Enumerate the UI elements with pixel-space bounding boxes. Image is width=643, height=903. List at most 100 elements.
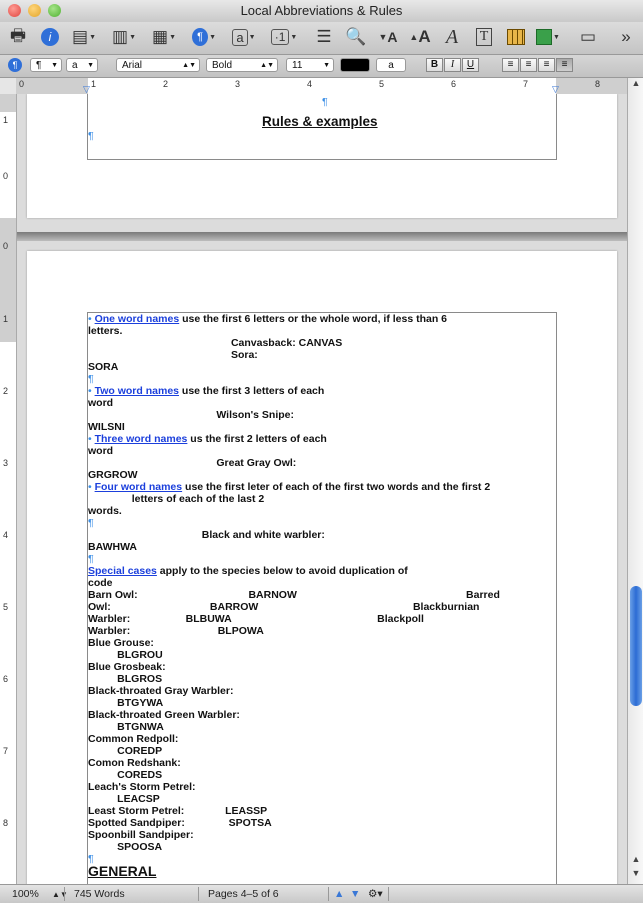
justify-button[interactable]: ≡ [556, 58, 573, 72]
text-run: Black-throated Gray Warbler: [88, 685, 234, 697]
text-color-well[interactable] [340, 58, 370, 72]
text-run: Black-throated Green Warbler: [88, 709, 240, 721]
text-line: • Four word names use the first leter of… [88, 481, 493, 493]
ruler-number: 7 [3, 746, 9, 756]
text-run: ¶ [88, 373, 94, 385]
next-page-icon[interactable]: ▼ [350, 888, 360, 900]
text-box-icon[interactable]: a ▼ [232, 26, 256, 48]
text-line: Warbler: BLPOWA [88, 625, 264, 637]
scroll-up-icon[interactable]: ▲ [628, 854, 643, 864]
text-line: Canvasback: CANVAS [88, 337, 342, 349]
document-canvas[interactable]: ¶ Rules & examples ¶ • One word names us… [17, 94, 627, 884]
media-icon[interactable]: ▭ [576, 26, 600, 48]
text-line: • Three word names us the first 2 letter… [88, 433, 330, 445]
ruler-number: 2 [163, 79, 169, 89]
text-box[interactable]: • One word names use the first 6 letters… [87, 312, 557, 884]
text-run: letters of each of the last 2 [88, 493, 268, 505]
text-run: word [88, 397, 114, 409]
underline-button[interactable]: U [462, 58, 479, 72]
rule-link[interactable]: Four word names [95, 481, 183, 493]
italic-button[interactable]: I [444, 58, 461, 72]
text-run: Comon Redshank: [88, 757, 181, 769]
scrollbar-thumb[interactable] [630, 586, 642, 706]
rule-link[interactable]: Two word names [95, 385, 179, 397]
highlight-color-well[interactable]: a [376, 58, 406, 72]
ruler-number: 6 [3, 674, 9, 684]
font-family-select[interactable]: Arial ▲▼ [116, 58, 200, 72]
page-indicator[interactable]: Pages 4–5 of 6 [208, 888, 279, 900]
text-line: ¶ [88, 373, 94, 385]
text-line: BAWHWA [88, 541, 137, 553]
scroll-down-icon[interactable]: ▼ [628, 868, 643, 878]
font-decrease-icon[interactable]: ▼ A [376, 26, 400, 48]
text-run: Warbler: BLPOWA [88, 625, 264, 637]
horizontal-ruler[interactable]: 0 1 2 3 4 5 6 7 8 ▽ ▽ [16, 78, 627, 95]
text-line: code [88, 577, 113, 589]
text-frame-icon[interactable]: T [472, 26, 496, 48]
text-run: Common Redpoll: [88, 733, 179, 745]
font-style-icon[interactable]: A [440, 26, 464, 48]
print-icon[interactable]: 🖶 [6, 26, 30, 48]
align-left-button[interactable]: ≡ [502, 58, 519, 72]
text-run: use the first 3 letters of each [179, 385, 328, 397]
bold-button[interactable]: B [426, 58, 443, 72]
ruler-number: 4 [3, 530, 9, 540]
align-center-button[interactable]: ≡ [520, 58, 537, 72]
text-line: Great Gray Owl: [88, 457, 296, 469]
text-box[interactable]: ¶ Rules & examples ¶ [87, 94, 557, 160]
font-size-select[interactable]: 11 ▼ [286, 58, 334, 72]
text-line: • One word names use the first 6 letters… [88, 313, 450, 325]
rule-link[interactable]: One word names [95, 313, 180, 325]
text-line: SPOOSA [88, 841, 162, 853]
vertical-scrollbar[interactable]: ▲ ▲ ▼ [627, 78, 643, 884]
gallery-icon[interactable]: ▦ ▼ [152, 26, 176, 48]
rule-link[interactable]: Special cases [88, 565, 157, 577]
sidebar-icon[interactable]: ▤ ▼ [72, 26, 96, 48]
text-run: BAWHWA [88, 541, 137, 553]
text-run: Barn Owl: BARNOW Barred [88, 589, 503, 601]
text-line: word [88, 397, 113, 409]
ruler-number: 3 [3, 458, 9, 468]
paragraph-style-select[interactable]: ¶ ▼ [30, 58, 62, 72]
insert-icon[interactable]: ·1 ▼ [270, 26, 297, 48]
paragraph-marks-icon[interactable]: ¶ ▼ [192, 26, 216, 48]
zoom-icon[interactable]: 🔍 [344, 26, 368, 48]
rule-link[interactable]: Three word names [95, 433, 188, 445]
list-icon[interactable]: ☰ [312, 26, 336, 48]
align-right-button[interactable]: ≡ [538, 58, 555, 72]
font-increase-icon[interactable]: ▲ A [408, 26, 432, 48]
text-run: Sora: [88, 349, 258, 361]
text-run: words. [88, 505, 122, 517]
status-bar: 100% ▲▼ 745 Words Pages 4–5 of 6 ▲ ▼ ⚙▾ [0, 884, 643, 903]
shapes-icon[interactable]: ▼ [536, 26, 560, 48]
text-line: Sora: [88, 349, 258, 361]
columns-icon[interactable]: ▥ ▼ [112, 26, 136, 48]
gear-icon[interactable]: ⚙▾ [368, 888, 383, 900]
scroll-up-top-icon[interactable]: ▲ [628, 78, 643, 88]
text-line: LEACSP [88, 793, 160, 805]
styles-drawer-icon[interactable]: ¶ [8, 58, 22, 72]
table-icon[interactable] [504, 26, 528, 48]
text-run: Great Gray Owl: [88, 457, 297, 469]
text-run: • [88, 385, 95, 397]
text-line: Comon Redshank: [88, 757, 181, 769]
ruler-number: 0 [19, 79, 25, 89]
text-run: Spoonbill Sandpiper: [88, 829, 194, 841]
ruler-number: 2 [3, 386, 9, 396]
text-line: Owl: BARROW Blackburnian [88, 601, 482, 613]
ruler-number: 0 [3, 241, 9, 251]
text-run: • [88, 433, 95, 445]
previous-page-icon[interactable]: ▲ [334, 888, 344, 900]
zoom-stepper-icon[interactable]: ▲▼ [52, 890, 68, 899]
font-weight-select[interactable]: Bold ▲▼ [206, 58, 278, 72]
word-count[interactable]: 745 Words [74, 888, 125, 900]
text-run: BTGNWA [88, 721, 164, 733]
text-run: word [88, 445, 114, 457]
info-icon[interactable]: i [38, 26, 62, 48]
zoom-level[interactable]: 100% [12, 888, 39, 900]
text-run: Black and white warbler: [88, 529, 325, 541]
text-line: Special cases apply to the species below… [88, 565, 411, 577]
overflow-icon[interactable]: » [612, 26, 640, 48]
text-run: code [88, 577, 113, 589]
character-style-select[interactable]: a ▼ [66, 58, 98, 72]
